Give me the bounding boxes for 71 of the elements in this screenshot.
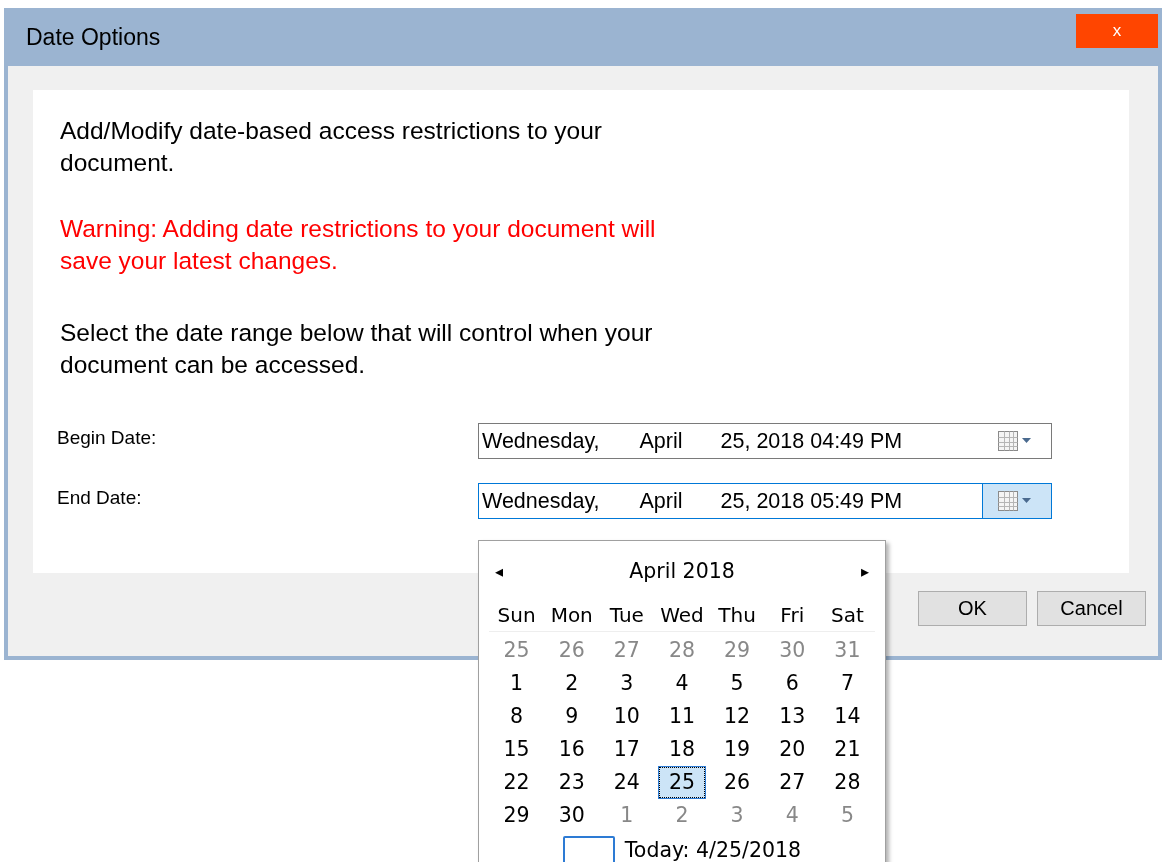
calendar-day[interactable]: 24 [604, 767, 650, 798]
calendar-day[interactable]: 5 [714, 668, 760, 699]
today-marker-icon [562, 836, 615, 862]
calendar-day[interactable]: 2 [549, 668, 595, 699]
dialog-button[interactable]: Cancel [1037, 591, 1146, 626]
calendar-day[interactable]: 25 [494, 635, 540, 666]
calendar-day[interactable]: 22 [494, 767, 540, 798]
calendar-day[interactable]: 17 [604, 734, 650, 765]
dialog-button[interactable]: OK [918, 591, 1027, 626]
date-time-text: 25, 2018 05:49 PM [720, 488, 903, 514]
calendar-day[interactable]: 26 [714, 767, 760, 798]
instruction-text: Select the date range below that will control when your document can be accessed. [60, 318, 654, 380]
month-text: April [639, 428, 683, 454]
calendar-day[interactable]: 9 [549, 701, 595, 732]
calendar-day[interactable]: 19 [714, 734, 760, 765]
calendar-day[interactable]: 16 [549, 734, 595, 765]
calendar-day[interactable]: 14 [824, 701, 870, 732]
previous-month-button[interactable]: ◂ [491, 561, 507, 581]
calendar-day[interactable]: 15 [494, 734, 540, 765]
calendar-day[interactable]: 4 [769, 800, 815, 831]
calendar-dropdown-button[interactable] [982, 484, 1051, 518]
calendar-day[interactable]: 18 [659, 734, 705, 765]
field-label: Begin Date: [56, 426, 158, 449]
next-month-button[interactable]: ▸ [857, 561, 873, 581]
date-picker-field[interactable]: Wednesday, April 25, 2018 05:49 PM [478, 483, 1052, 519]
weekday-header: Mon [544, 601, 600, 632]
weekday-header: Tue [599, 601, 655, 632]
calendar-day[interactable]: 28 [659, 635, 705, 666]
calendar-day[interactable]: 27 [769, 767, 815, 798]
calendar-day[interactable]: 25 [659, 767, 705, 798]
weekday-header: Sun [489, 601, 545, 632]
field-label: End Date: [56, 486, 143, 509]
intro-text: Add/Modify date-based access restrictions to your document. [60, 116, 603, 178]
calendar-day[interactable]: 6 [769, 668, 815, 699]
weekday-text: Wednesday, [482, 488, 600, 514]
calendar-day[interactable]: 30 [769, 635, 815, 666]
window-title: Date Options [26, 23, 161, 51]
calendar-day[interactable]: 20 [769, 734, 815, 765]
weekday-header: Sat [819, 601, 875, 632]
date-time-text: 25, 2018 04:49 PM [720, 428, 903, 454]
weekday-header: Wed [654, 601, 710, 632]
calendar-day[interactable]: 10 [604, 701, 650, 732]
calendar-day[interactable]: 7 [824, 668, 870, 699]
weekday-header: Thu [709, 601, 765, 632]
weekday-text: Wednesday, [482, 428, 600, 454]
calendar-day[interactable]: 2 [659, 800, 705, 831]
calendar-day[interactable]: 27 [604, 635, 650, 666]
calendar-day[interactable]: 1 [494, 668, 540, 699]
calendar-day[interactable]: 4 [659, 668, 705, 699]
calendar-day[interactable]: 31 [824, 635, 870, 666]
month-text: April [639, 488, 683, 514]
calendar-day[interactable]: 26 [549, 635, 595, 666]
calendar-day[interactable]: 5 [824, 800, 870, 831]
warning-text: Warning: Adding date restrictions to your document will save your latest changes. [60, 214, 657, 276]
calendar-day[interactable]: 3 [714, 800, 760, 831]
calendar-day[interactable]: 13 [769, 701, 815, 732]
calendar-day[interactable]: 3 [604, 668, 650, 699]
calendar-day[interactable]: 21 [824, 734, 870, 765]
calendar-day[interactable]: 12 [714, 701, 760, 732]
today-link[interactable]: Today: 4/25/2018 [624, 838, 802, 862]
calendar-day[interactable]: 8 [494, 701, 540, 732]
calendar-day[interactable]: 29 [494, 800, 540, 831]
month-title[interactable]: April 2018 [629, 559, 735, 583]
calendar-day[interactable]: 30 [549, 800, 595, 831]
calendar-day[interactable]: 23 [549, 767, 595, 798]
calendar-day[interactable]: 1 [604, 800, 650, 831]
calendar-day[interactable]: 11 [659, 701, 705, 732]
date-picker-field[interactable]: Wednesday, April 25, 2018 04:49 PM [478, 423, 1052, 459]
weekday-header: Fri [764, 601, 820, 632]
calendar-day[interactable]: 28 [824, 767, 870, 798]
calendar-day[interactable]: 29 [714, 635, 760, 666]
